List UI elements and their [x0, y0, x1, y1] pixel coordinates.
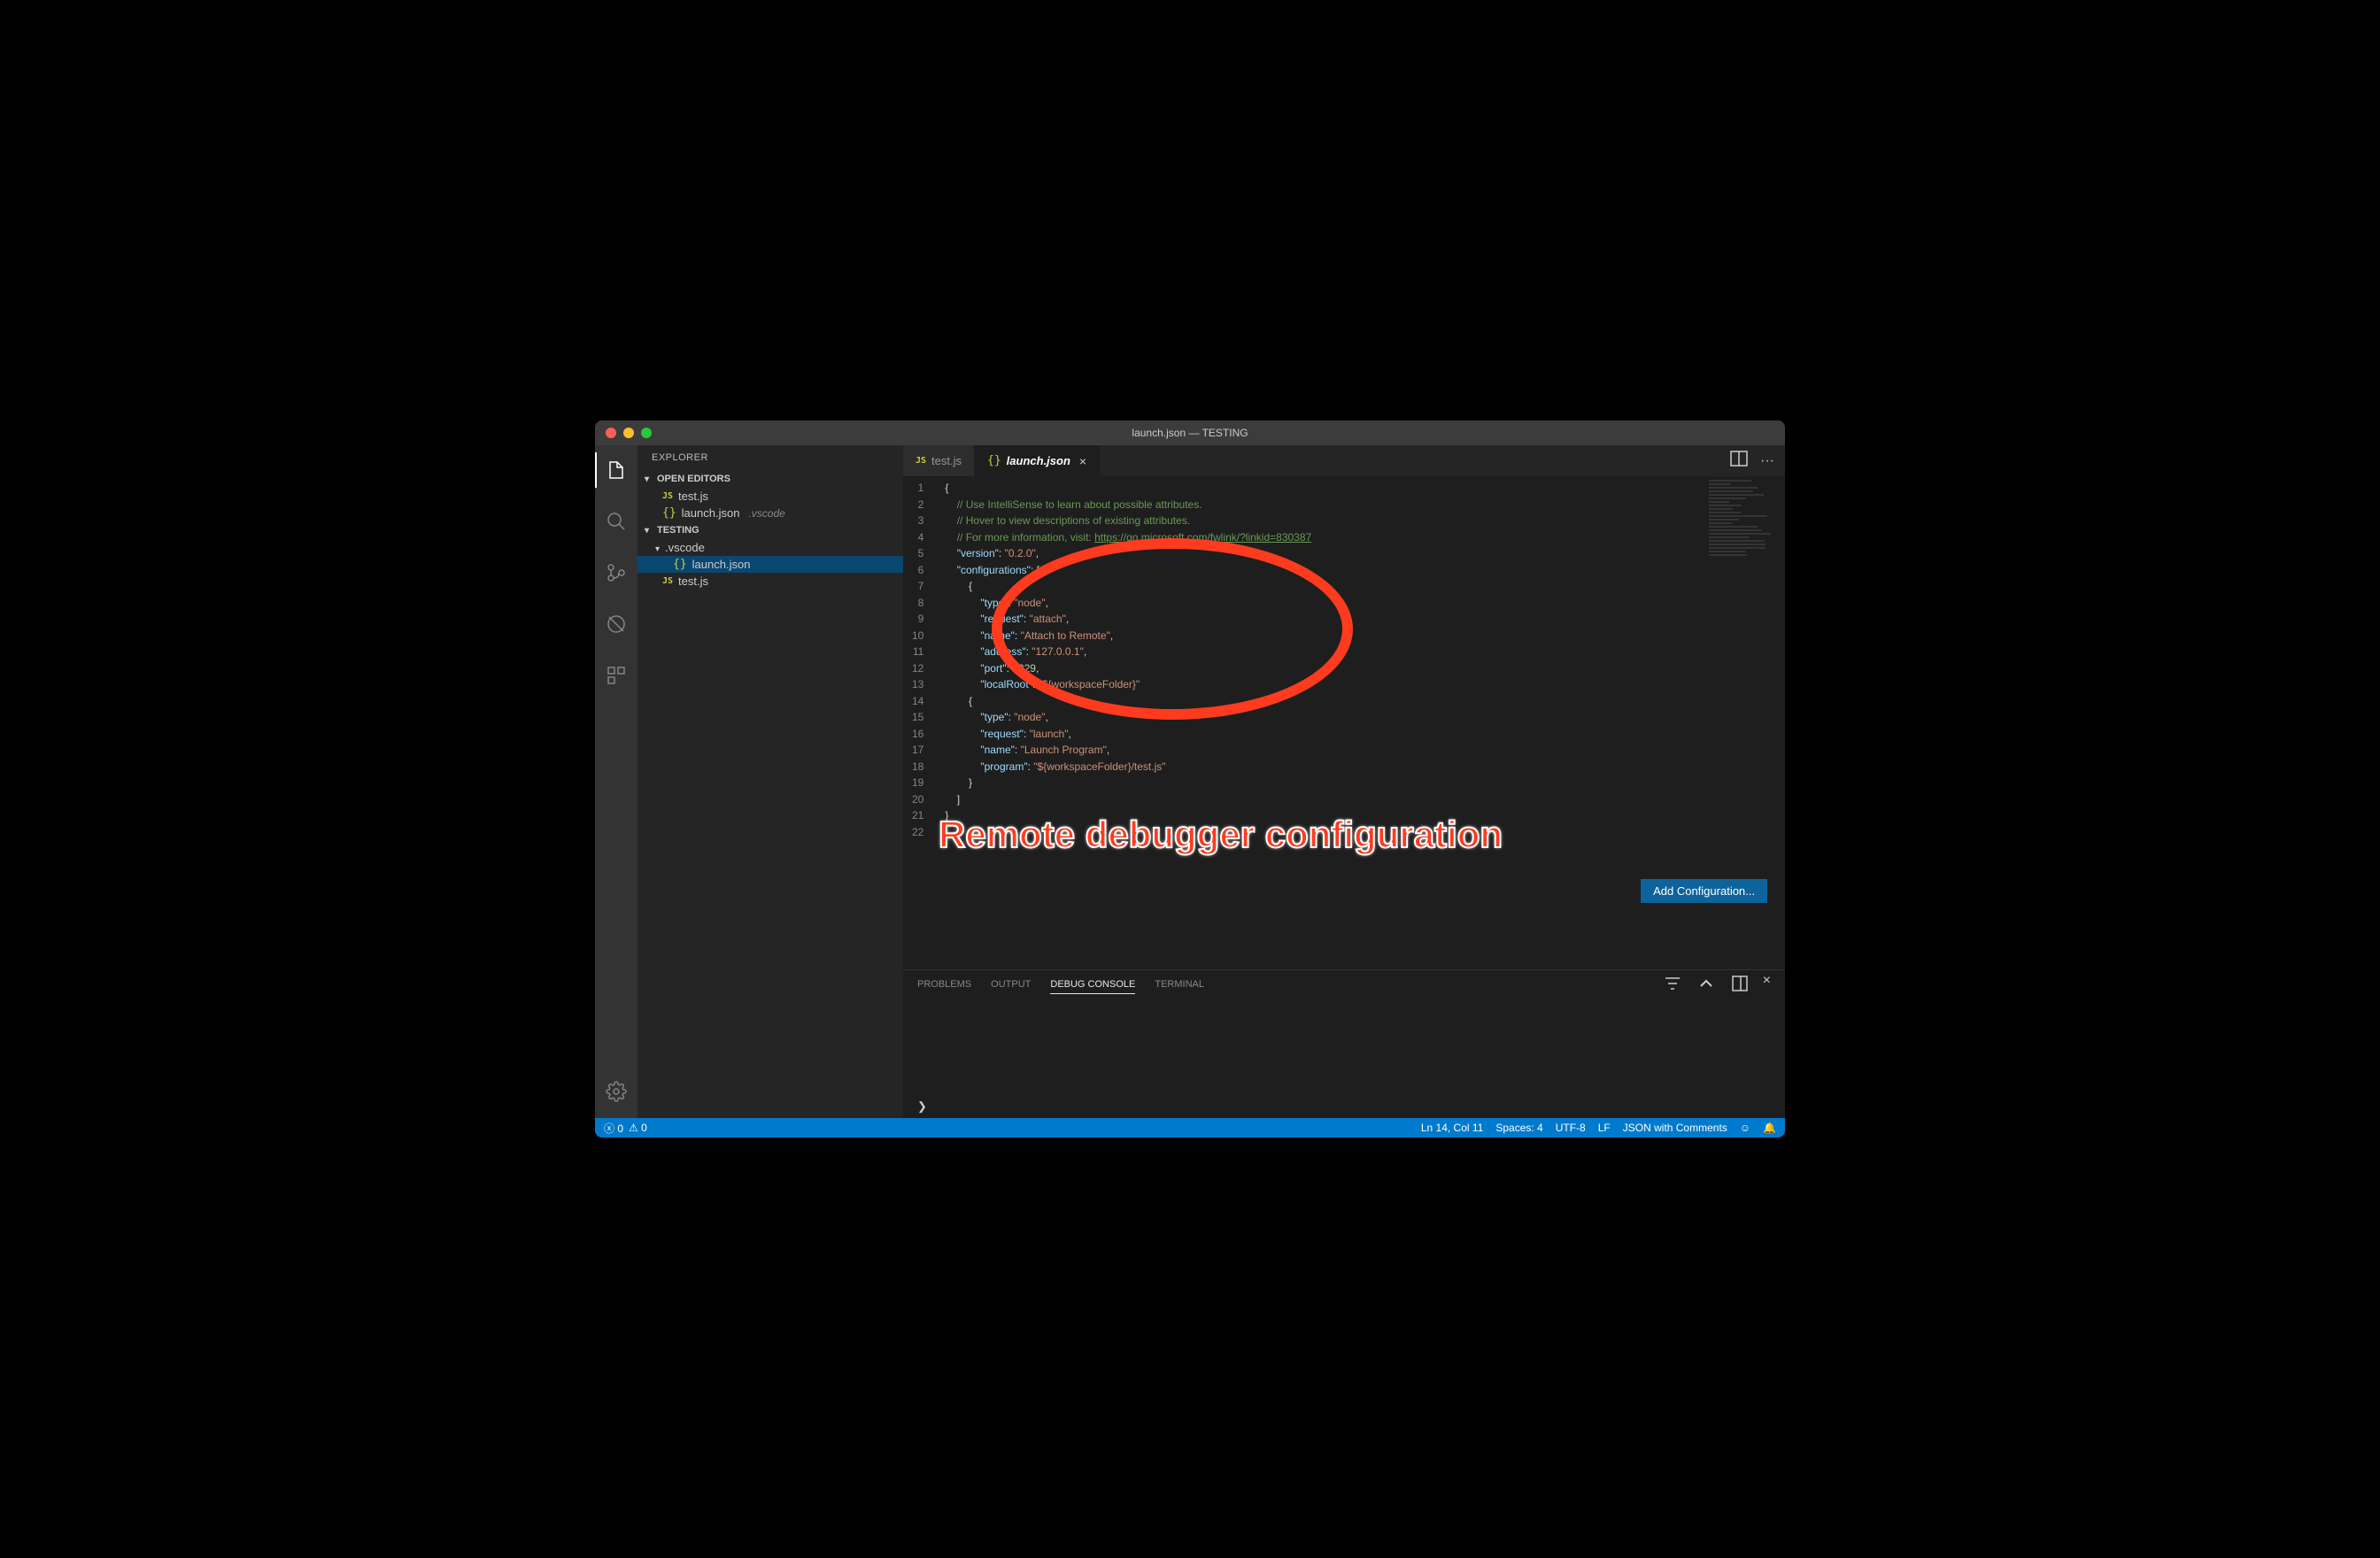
add-configuration-button[interactable]: Add Configuration... — [1641, 879, 1767, 903]
prompt-icon: ❯ — [917, 1099, 927, 1114]
file-item[interactable]: JS test.js — [638, 573, 903, 590]
extensions-icon[interactable] — [595, 658, 638, 693]
code-line[interactable]: "program": "${workspaceFolder}/test.js" — [939, 759, 1785, 775]
editor-tab[interactable]: {} launch.json × — [975, 445, 1100, 476]
file-label: launch.json — [682, 506, 740, 520]
open-editors-header[interactable]: OPEN EDITORS — [638, 470, 903, 488]
explorer-icon[interactable] — [595, 452, 638, 488]
warning-count[interactable]: ⚠ 0 — [629, 1122, 647, 1134]
code-line[interactable]: "request": "attach", — [939, 611, 1785, 628]
code-line[interactable]: { — [939, 693, 1785, 710]
json-icon: {} — [673, 558, 687, 571]
panel-tab[interactable]: DEBUG CONSOLE — [1050, 976, 1135, 994]
file-item-selected[interactable]: {} launch.json — [638, 556, 903, 573]
code-line[interactable]: // For more information, visit: https://… — [939, 529, 1785, 546]
code-line[interactable]: { — [939, 578, 1785, 595]
code-line[interactable]: "version": "0.2.0", — [939, 545, 1785, 562]
file-label: test.js — [678, 490, 708, 503]
close-window-button[interactable] — [606, 428, 616, 438]
code-line[interactable]: { — [939, 480, 1785, 497]
settings-gear-icon[interactable] — [595, 1074, 638, 1109]
code-line[interactable]: "name": "Attach to Remote", — [939, 628, 1785, 644]
code-line[interactable]: // Hover to view descriptions of existin… — [939, 513, 1785, 529]
eol[interactable]: LF — [1598, 1122, 1611, 1134]
tab-label: launch.json — [1007, 454, 1070, 467]
activity-bar — [595, 445, 638, 1118]
open-editor-item[interactable]: {} launch.json .vscode — [638, 505, 903, 521]
close-panel-icon[interactable]: × — [1763, 973, 1771, 997]
code-line[interactable]: // Use IntelliSense to learn about possi… — [939, 497, 1785, 513]
source-control-icon[interactable] — [595, 555, 638, 590]
file-label: test.js — [678, 575, 708, 588]
code-line[interactable]: "configurations": [ — [939, 562, 1785, 579]
body: EXPLORER OPEN EDITORS JS test.js {} launch… — [595, 445, 1785, 1118]
code-line[interactable]: "localRoot": "${workspaceFolder}" — [939, 676, 1785, 693]
project-header[interactable]: TESTING — [638, 521, 903, 539]
notifications-icon[interactable]: 🔔 — [1763, 1122, 1776, 1134]
vscode-window: launch.json — TESTING EXPLORER OPEN EDIT… — [595, 420, 1785, 1138]
tab-label: test.js — [931, 454, 962, 467]
language-mode[interactable]: JSON with Comments — [1623, 1122, 1727, 1134]
folder-label: .vscode — [665, 541, 705, 554]
panel-tab[interactable]: OUTPUT — [991, 976, 1031, 993]
status-left: ⓧ 0 ⚠ 0 — [604, 1121, 647, 1136]
panel-tab[interactable]: TERMINAL — [1155, 976, 1204, 993]
file-icon: JS — [916, 456, 926, 466]
file-label: launch.json — [692, 558, 751, 571]
bottom-panel: PROBLEMS OUTPUT DEBUG CONSOLE TERMINAL × ❯ — [903, 969, 1785, 1118]
debug-icon[interactable] — [595, 606, 638, 642]
window-title: launch.json — TESTING — [1132, 427, 1248, 439]
split-editor-icon[interactable] — [1728, 448, 1750, 474]
folder-item[interactable]: .vscode — [638, 539, 903, 556]
status-right: Ln 14, Col 11 Spaces: 4 UTF-8 LF JSON wi… — [1421, 1122, 1776, 1134]
file-path: .vscode — [748, 507, 784, 520]
code-line[interactable]: ] — [939, 791, 1785, 808]
js-icon: JS — [662, 576, 673, 586]
panel-tabs: PROBLEMS OUTPUT DEBUG CONSOLE TERMINAL × — [903, 970, 1785, 999]
close-tab-icon[interactable]: × — [1079, 454, 1086, 468]
code-line[interactable]: "address": "127.0.0.1", — [939, 644, 1785, 660]
tab-bar: JS test.js {} launch.json × ··· — [903, 445, 1785, 476]
sidebar-title: EXPLORER — [638, 445, 903, 470]
open-editor-item[interactable]: JS test.js — [638, 488, 903, 505]
code-line[interactable]: } — [939, 807, 1785, 824]
maximize-window-button[interactable] — [641, 428, 652, 438]
panel-tab[interactable]: PROBLEMS — [917, 976, 971, 993]
code-line[interactable]: "name": "Launch Program", — [939, 742, 1785, 759]
panel-actions: × — [1662, 973, 1771, 997]
json-icon: {} — [662, 506, 676, 520]
line-gutter: 12345678910111213141516171819202122 — [903, 476, 939, 969]
status-bar: ⓧ 0 ⚠ 0 Ln 14, Col 11 Spaces: 4 UTF-8 LF… — [595, 1118, 1785, 1138]
chevron-down-icon — [655, 541, 660, 554]
panel-body — [903, 999, 1785, 1095]
minimize-window-button[interactable] — [623, 428, 634, 438]
js-icon: JS — [662, 491, 673, 501]
editor-tab[interactable]: JS test.js — [903, 445, 975, 476]
error-count[interactable]: ⓧ 0 — [604, 1121, 623, 1136]
editor-group: JS test.js {} launch.json × ··· 123456789101… — [903, 445, 1785, 1118]
titlebar: launch.json — TESTING — [595, 420, 1785, 445]
more-actions-icon[interactable]: ··· — [1760, 453, 1774, 469]
collapse-icon[interactable] — [1696, 973, 1717, 997]
filter-icon[interactable] — [1662, 973, 1683, 997]
code-line[interactable]: "type": "node", — [939, 595, 1785, 612]
tab-actions: ··· — [1728, 445, 1785, 476]
code-line[interactable]: } — [939, 775, 1785, 791]
panel-layout-icon[interactable] — [1729, 973, 1750, 997]
file-icon: {} — [987, 454, 1001, 467]
debug-console-input[interactable]: ❯ — [903, 1095, 1785, 1118]
sidebar: EXPLORER OPEN EDITORS JS test.js {} launch… — [638, 445, 903, 1118]
window-controls — [595, 428, 652, 438]
code-line[interactable]: "type": "node", — [939, 709, 1785, 726]
feedback-icon[interactable]: ☺ — [1740, 1122, 1750, 1134]
code-line[interactable]: "port": 9229, — [939, 660, 1785, 677]
search-icon[interactable] — [595, 504, 638, 539]
indent-setting[interactable]: Spaces: 4 — [1495, 1122, 1542, 1134]
encoding[interactable]: UTF-8 — [1556, 1122, 1586, 1134]
cursor-position[interactable]: Ln 14, Col 11 — [1421, 1122, 1484, 1134]
code-line[interactable]: "request": "launch", — [939, 726, 1785, 743]
